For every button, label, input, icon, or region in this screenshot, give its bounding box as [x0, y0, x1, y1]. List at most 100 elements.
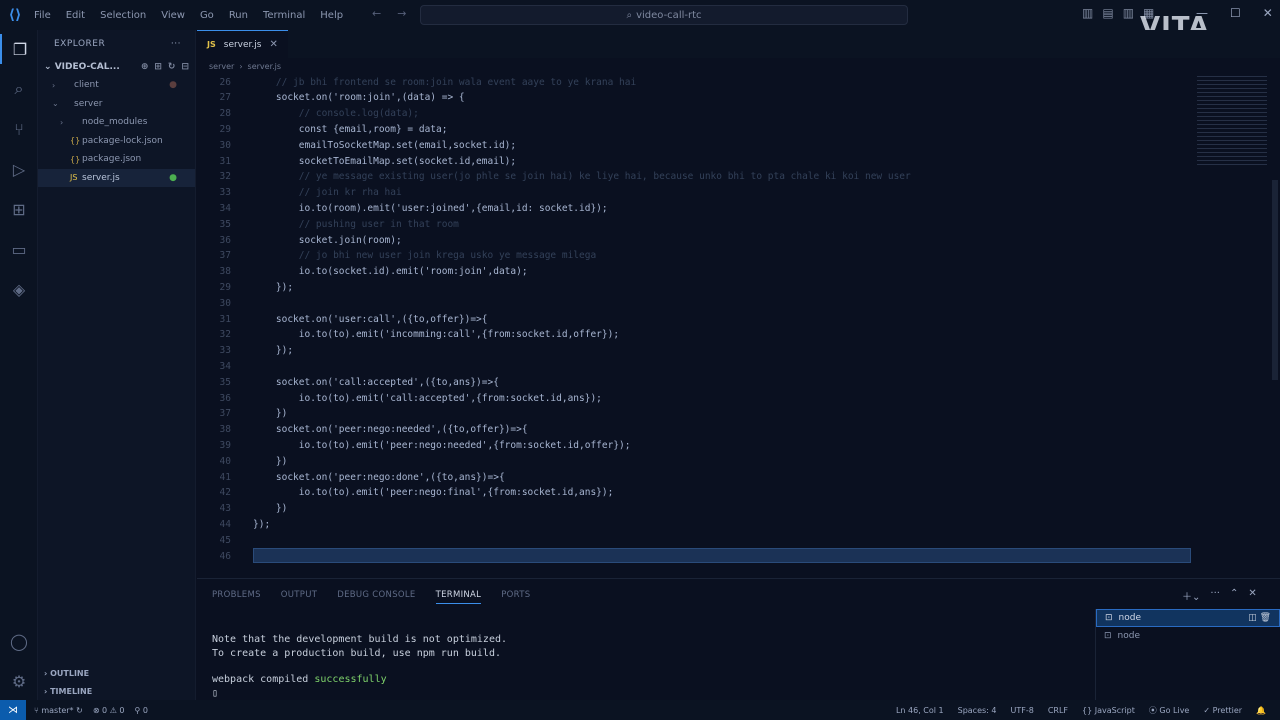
tree-item[interactable]: › node_modules: [38, 113, 195, 132]
code-line[interactable]: 44});: [197, 516, 1197, 532]
notifications-bell-icon[interactable]: 🔔: [1256, 706, 1266, 715]
remote-indicator-icon[interactable]: ⋊: [0, 700, 26, 720]
close-tab-icon[interactable]: ✕: [269, 39, 277, 50]
code-line[interactable]: 35 socket.on('call:accepted',({to,ans})=…: [197, 374, 1197, 390]
toggle-secondary-sidebar-icon[interactable]: ▥: [1123, 6, 1134, 20]
terminal-instance[interactable]: ⊡ node ◫ 🗑: [1096, 609, 1280, 627]
code-line[interactable]: 35 // pushing user in that room: [197, 216, 1197, 232]
ports-indicator[interactable]: ⚲ 0: [135, 706, 149, 715]
workspace-folder[interactable]: ⌄ VIDEO-CAL... ⊕ ⊞ ↻ ⊟: [38, 58, 195, 76]
code-line[interactable]: 36 io.to(to).emit('call:accepted',{from:…: [197, 390, 1197, 406]
indentation[interactable]: Spaces: 4: [958, 706, 997, 715]
code-line[interactable]: 32 // ye message existing user(jo phle s…: [197, 169, 1197, 185]
back-arrow-icon[interactable]: ←: [372, 7, 381, 20]
terminal-instance[interactable]: ⊡ node: [1096, 627, 1280, 645]
code-line[interactable]: 32 io.to(to).emit('incomming:call',{from…: [197, 327, 1197, 343]
go-live-button[interactable]: ⦿ Go Live: [1149, 705, 1190, 716]
toggle-panel-icon[interactable]: ▤: [1102, 6, 1113, 20]
code-line[interactable]: 45: [197, 532, 1197, 548]
code-line[interactable]: 38 io.to(socket.id).emit('room:join',dat…: [197, 264, 1197, 280]
code-line[interactable]: 34: [197, 358, 1197, 374]
code-line[interactable]: 26 // jb bhi frontend se room:join wala …: [197, 74, 1197, 90]
menu-item-edit[interactable]: Edit: [66, 10, 85, 21]
menu-item-run[interactable]: Run: [229, 10, 248, 21]
explorer-icon[interactable]: ❐: [0, 34, 38, 64]
tree-item[interactable]: {} package-lock.json: [38, 132, 195, 151]
tab-terminal[interactable]: TERMINAL: [435, 590, 482, 604]
extensions-icon[interactable]: ⊞: [0, 194, 38, 224]
tab-ports[interactable]: PORTS: [501, 590, 530, 600]
tree-item[interactable]: › client ●: [38, 76, 195, 95]
live-share-icon[interactable]: ◈: [0, 274, 38, 304]
collapse-all-icon[interactable]: ⊟: [181, 62, 189, 72]
close-window-button[interactable]: ✕: [1263, 6, 1273, 20]
code-line[interactable]: 27 socket.on('room:join',(data) => {: [197, 90, 1197, 106]
tree-item[interactable]: JS server.js ●: [38, 168, 195, 187]
line-ending[interactable]: CRLF: [1048, 706, 1068, 715]
accounts-icon[interactable]: ◯: [0, 626, 38, 656]
new-folder-icon[interactable]: ⊞: [154, 62, 162, 72]
code-line[interactable]: 39 io.to(to).emit('peer:nego:needed',{fr…: [197, 437, 1197, 453]
code-line[interactable]: 31 socketToEmailMap.set(socket.id,email)…: [197, 153, 1197, 169]
minimap[interactable]: [1197, 76, 1267, 166]
menu-item-selection[interactable]: Selection: [100, 10, 146, 21]
toggle-sidebar-icon[interactable]: ▥: [1082, 6, 1093, 20]
tab-server-js[interactable]: JS server.js ✕: [197, 30, 288, 58]
code-line[interactable]: 42 io.to(to).emit('peer:nego:final',{fro…: [197, 485, 1197, 501]
terminal-output[interactable]: Note that the development build is not o…: [212, 633, 507, 701]
code-line[interactable]: 41 socket.on('peer:nego:done',({to,ans})…: [197, 469, 1197, 485]
refresh-icon[interactable]: ↻: [168, 62, 176, 72]
tab-problems[interactable]: PROBLEMS: [212, 590, 261, 600]
command-center-search[interactable]: ⌕ video-call-rtc: [420, 5, 908, 25]
more-actions-icon[interactable]: ···: [1210, 588, 1220, 603]
code-line[interactable]: 46: [197, 548, 1197, 564]
language-mode[interactable]: {} JavaScript: [1082, 706, 1135, 715]
source-control-icon[interactable]: ⑂: [0, 114, 38, 144]
code-line[interactable]: 38 socket.on('peer:nego:needed',({to,off…: [197, 422, 1197, 438]
breadcrumb-folder[interactable]: server: [209, 62, 234, 71]
timeline-section[interactable]: › TIMELINE: [38, 682, 196, 700]
maximize-button[interactable]: ☐: [1230, 6, 1241, 20]
code-line[interactable]: 37 }): [197, 406, 1197, 422]
menu-item-terminal[interactable]: Terminal: [263, 10, 305, 21]
new-terminal-icon[interactable]: ＋⌄: [1182, 588, 1200, 603]
code-line[interactable]: 34 io.to(room).emit('user:joined',{email…: [197, 200, 1197, 216]
code-line[interactable]: 36 socket.join(room);: [197, 232, 1197, 248]
code-line[interactable]: 28 // console.log(data);: [197, 106, 1197, 122]
tab-output[interactable]: OUTPUT: [281, 590, 317, 600]
outline-section[interactable]: › OUTLINE: [38, 664, 196, 682]
code-line[interactable]: 37 // jo bhi new user join krega usko ye…: [197, 248, 1197, 264]
code-line[interactable]: 40 }): [197, 453, 1197, 469]
search-view-icon[interactable]: ⌕: [0, 74, 38, 104]
branch-indicator[interactable]: ⑂ master* ↻: [34, 706, 83, 715]
settings-gear-icon[interactable]: ⚙: [0, 666, 38, 696]
tree-item[interactable]: ⌄ server: [38, 95, 195, 114]
menu-item-help[interactable]: Help: [320, 10, 343, 21]
prettier-status[interactable]: ✓ Prettier: [1203, 706, 1242, 715]
code-line[interactable]: 30 emailToSocketMap.set(email,socket.id)…: [197, 137, 1197, 153]
code-line[interactable]: 29 const {email,room} = data;: [197, 121, 1197, 137]
code-line[interactable]: 31 socket.on('user:call',({to,offer})=>{: [197, 311, 1197, 327]
problems-indicator[interactable]: ⊗ 0 ⚠ 0: [93, 706, 125, 715]
new-file-icon[interactable]: ⊕: [141, 62, 149, 72]
tree-item[interactable]: {} package.json: [38, 150, 195, 169]
remote-explorer-icon[interactable]: ▭: [0, 234, 38, 264]
menu-item-go[interactable]: Go: [200, 10, 214, 21]
code-line[interactable]: 43 }): [197, 501, 1197, 517]
tab-debug-console[interactable]: DEBUG CONSOLE: [337, 590, 415, 600]
menu-item-file[interactable]: File: [34, 10, 51, 21]
forward-arrow-icon[interactable]: →: [397, 7, 406, 20]
breadcrumb-file[interactable]: server.js: [248, 62, 282, 71]
code-line[interactable]: 33 });: [197, 343, 1197, 359]
cursor-position[interactable]: Ln 46, Col 1: [896, 706, 944, 715]
split-terminal-icon[interactable]: ◫ 🗑: [1248, 613, 1271, 623]
editor-scrollbar[interactable]: [1272, 180, 1278, 380]
close-panel-icon[interactable]: ✕: [1248, 588, 1256, 603]
code-line[interactable]: 29 });: [197, 279, 1197, 295]
encoding[interactable]: UTF-8: [1010, 706, 1033, 715]
code-line[interactable]: 30: [197, 295, 1197, 311]
run-debug-icon[interactable]: ▷: [0, 154, 38, 184]
menu-item-view[interactable]: View: [161, 10, 185, 21]
more-actions-icon[interactable]: ···: [171, 39, 181, 49]
maximize-panel-icon[interactable]: ⌃: [1230, 588, 1238, 603]
